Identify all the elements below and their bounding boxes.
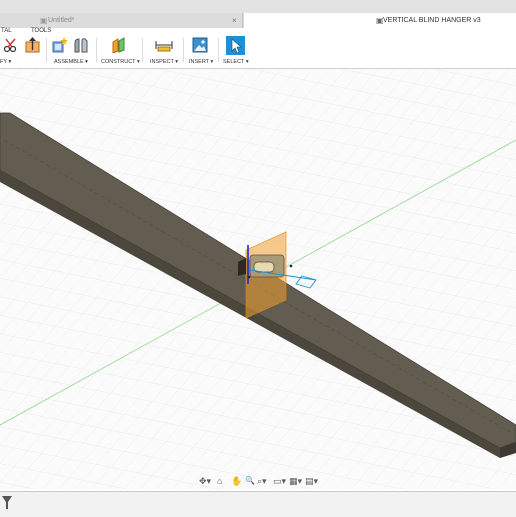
fit-icon[interactable]: ⌕▾	[257, 476, 267, 487]
measure-icon[interactable]	[155, 37, 173, 53]
offset-plane-icon[interactable]	[111, 37, 127, 53]
close-tab-icon[interactable]: ×	[232, 13, 237, 28]
hanger-slot-opening	[253, 261, 275, 273]
construct-menu[interactable]: CONSTRUCT ▾	[101, 59, 140, 65]
toolbar: TAL TOOLS FY ▾ ASSEMBLE ▾ CONSTRUCT ▾ IN…	[0, 28, 516, 69]
zoom-icon[interactable]: 🔍	[245, 476, 255, 485]
modify-menu[interactable]: FY ▾	[0, 59, 11, 65]
timeline-bar	[0, 491, 516, 517]
tab-active-label: VERTICAL BLIND HANGER v3	[383, 17, 481, 24]
insert-menu[interactable]: INSERT ▾	[189, 59, 213, 65]
viewports-icon[interactable]: ▤▾	[305, 476, 318, 487]
document-tab-bar: ▣ Untitled* × ▣ VERTICAL BLIND HANGER v3	[0, 13, 516, 28]
toolbar-separator	[183, 38, 184, 62]
navigation-bar: ✥▾ ⌂ ✋ 🔍 ⌕▾ ▭▾ ▦▾ ▤▾	[195, 476, 320, 490]
new-component-icon[interactable]	[52, 37, 68, 53]
timeline-filter-icon[interactable]	[2, 496, 12, 510]
sketch-point	[247, 275, 251, 279]
insert-image-icon[interactable]	[192, 37, 208, 53]
tab-untitled[interactable]: ▣ Untitled* ×	[0, 13, 243, 28]
select-cursor-icon[interactable]	[226, 36, 245, 55]
scissors-icon[interactable]	[3, 37, 19, 53]
orbit-icon[interactable]: ✥▾	[199, 476, 211, 487]
workspace-tab-partial[interactable]: TAL	[1, 28, 12, 34]
grid-settings-icon[interactable]: ▦▾	[289, 476, 302, 487]
display-settings-icon[interactable]: ▭▾	[273, 476, 286, 487]
3d-viewport[interactable]	[0, 69, 516, 489]
sketch-point	[289, 264, 293, 268]
look-at-icon[interactable]: ⌂	[217, 476, 222, 486]
select-menu[interactable]: SELECT ▾	[223, 59, 249, 65]
inspect-menu[interactable]: INSPECT ▾	[150, 59, 178, 65]
tab-untitled-label: Untitled*	[48, 17, 75, 24]
toolbar-separator	[96, 38, 97, 62]
toolbar-separator	[46, 38, 47, 62]
toolbar-separator	[218, 38, 219, 62]
workspace-tab-tools[interactable]: TOOLS	[31, 28, 51, 34]
window-top-strip	[0, 0, 516, 13]
toolbar-separator	[142, 38, 143, 62]
document-icon: ▣	[40, 16, 48, 25]
tab-vertical-blind-hanger[interactable]: ▣ VERTICAL BLIND HANGER v3	[244, 13, 516, 28]
assemble-menu[interactable]: ASSEMBLE ▾	[54, 59, 88, 65]
pan-icon[interactable]: ✋	[231, 476, 242, 487]
press-pull-icon[interactable]	[25, 37, 40, 53]
joint-icon[interactable]	[73, 37, 89, 53]
